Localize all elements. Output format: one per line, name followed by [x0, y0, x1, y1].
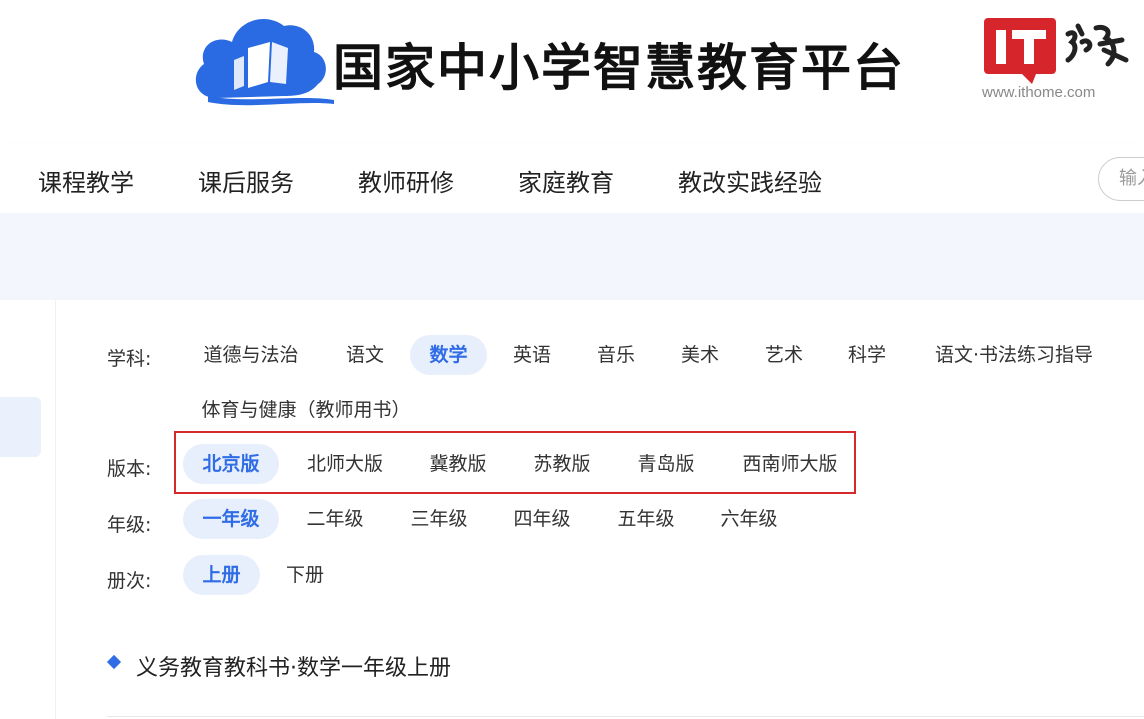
subject-option-math[interactable]: 数学	[410, 335, 487, 375]
diamond-bullet-icon	[106, 654, 122, 670]
site-title: 国家中小学智慧教育平台	[333, 38, 905, 97]
volume-option-second[interactable]: 下册	[276, 555, 334, 595]
nav-item-reform-practice[interactable]: 教改实践经验	[678, 163, 822, 198]
subject-option-calligraphy[interactable]: 语文·书法练习指导	[924, 335, 1104, 375]
subject-option-chinese[interactable]: 语文	[333, 335, 397, 375]
subject-option-morality-law[interactable]: 道德与法治	[191, 335, 311, 375]
nav-item-teacher-training[interactable]: 教师研修	[358, 163, 454, 198]
edition-label: 版本:	[107, 458, 152, 480]
grade-option-2[interactable]: 二年级	[296, 499, 374, 539]
banner-band	[0, 213, 1144, 300]
subject-option-fine-arts[interactable]: 美术	[668, 335, 732, 375]
main-nav: 课程教学 课后服务 教师研修 家庭教育 教改实践经验 输入	[0, 145, 1144, 213]
search-input[interactable]: 输入	[1098, 157, 1144, 201]
nav-item-course-teaching[interactable]: 课程教学	[38, 163, 134, 198]
nav-item-family-education[interactable]: 家庭教育	[518, 163, 614, 198]
left-sidebar	[0, 300, 56, 719]
grade-label: 年级:	[107, 514, 152, 536]
subject-option-arts[interactable]: 艺术	[752, 335, 816, 375]
subject-option-pe-health[interactable]: 体育与健康（教师用书）	[191, 390, 421, 430]
subject-option-english[interactable]: 英语	[500, 335, 564, 375]
subject-option-science[interactable]: 科学	[835, 335, 899, 375]
divider	[107, 716, 1144, 717]
sidebar-active-tab[interactable]	[0, 397, 41, 457]
grade-option-1[interactable]: 一年级	[183, 499, 279, 539]
result-title[interactable]: 义务教育教科书·数学一年级上册	[136, 650, 451, 682]
grade-option-5[interactable]: 五年级	[607, 499, 685, 539]
edition-highlight-box	[174, 431, 856, 494]
ithome-logo-icon	[984, 18, 1129, 84]
nav-item-after-school[interactable]: 课后服务	[198, 163, 294, 198]
watermark-url: www.ithome.com	[982, 84, 1096, 101]
platform-logo-icon[interactable]	[188, 12, 334, 114]
subject-option-music[interactable]: 音乐	[584, 335, 648, 375]
grade-option-4[interactable]: 四年级	[503, 499, 581, 539]
volume-option-first[interactable]: 上册	[183, 555, 260, 595]
volume-label: 册次:	[107, 570, 152, 592]
grade-option-3[interactable]: 三年级	[400, 499, 478, 539]
site-header: 国家中小学智慧教育平台 www.ithome.com	[0, 0, 1144, 130]
subject-label: 学科:	[107, 348, 152, 370]
grade-option-6[interactable]: 六年级	[710, 499, 788, 539]
